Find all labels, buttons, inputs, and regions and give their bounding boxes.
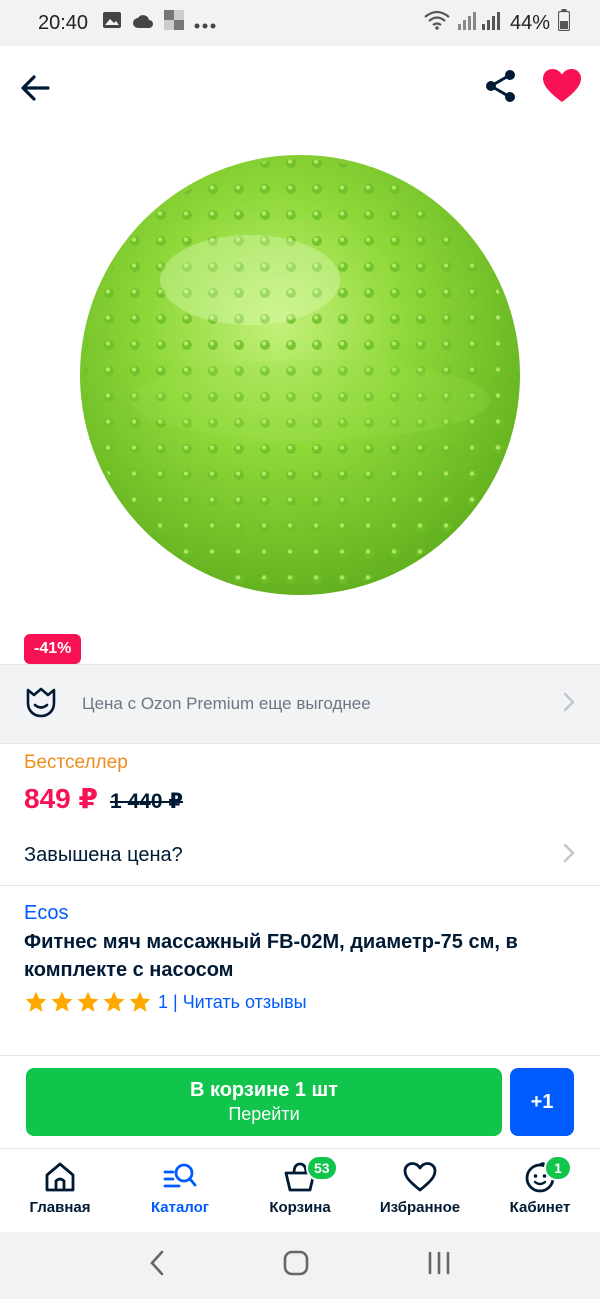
back-arrow-icon[interactable] — [18, 70, 54, 106]
old-price: 1 440 ₽ — [109, 790, 183, 813]
in-cart-button[interactable]: В корзине 1 шт Перейти — [26, 1068, 502, 1136]
gallery-icon — [102, 11, 122, 35]
nav-label-favorites: Избранное — [379, 1199, 461, 1216]
system-back-icon[interactable] — [147, 1249, 167, 1282]
cart-action-bar: В корзине 1 шт Перейти +1 — [0, 1058, 600, 1148]
rating-row[interactable]: 1 | Читать отзывы — [24, 990, 307, 1014]
nav-label-profile: Кабинет — [509, 1199, 571, 1216]
bottom-navigation: Главная Каталог 53 Корзина Избранное 1 К… — [0, 1148, 600, 1232]
premium-crown-icon — [24, 685, 58, 724]
status-time: 20:40 — [38, 11, 89, 34]
product-image[interactable] — [0, 130, 600, 630]
current-price: 849 ₽ — [24, 783, 98, 814]
star-icon — [103, 991, 125, 1012]
product-title: Фитнес мяч массажный FB-02M, диаметр-75 … — [24, 931, 518, 981]
report-overprice-row[interactable]: Завышена цена? — [0, 826, 600, 886]
bestseller-label: Бестселлер — [24, 752, 128, 773]
nav-item-favorites[interactable]: Избранное — [360, 1149, 480, 1232]
reviews-link[interactable]: 1 | Читать отзывы — [158, 992, 307, 1013]
go-to-cart-label: Перейти — [228, 1104, 300, 1124]
rating-stars — [24, 990, 152, 1014]
battery-icon — [557, 9, 571, 37]
system-home-icon[interactable] — [282, 1249, 310, 1282]
chevron-right-icon — [562, 842, 576, 869]
battery-level: 44% — [509, 11, 550, 34]
star-icon — [25, 991, 47, 1012]
nav-label-cart: Корзина — [269, 1199, 331, 1216]
divider — [0, 1055, 600, 1056]
star-icon — [51, 991, 73, 1012]
star-icon — [77, 991, 99, 1012]
home-icon — [45, 1162, 75, 1192]
system-navigation-bar — [0, 1232, 600, 1299]
in-cart-label: В корзине 1 шт — [189, 1079, 339, 1101]
heart-outline-icon — [403, 1162, 437, 1192]
ozon-premium-row[interactable]: Цена с Ozon Premium еще выгоднее — [0, 664, 600, 744]
price-row: 849 ₽ 1 440 ₽ — [24, 782, 183, 815]
nav-item-profile[interactable]: 1 Кабинет — [480, 1149, 600, 1232]
catalog-search-icon — [163, 1163, 197, 1188]
premium-text: Цена с Ozon Premium еще выгоднее — [82, 694, 371, 713]
share-icon[interactable] — [484, 68, 518, 109]
signal-icon — [457, 10, 502, 36]
star-icon — [129, 991, 151, 1012]
chevron-right-icon — [562, 691, 576, 718]
profile-notification-badge: 1 — [544, 1155, 572, 1181]
top-app-bar — [0, 46, 600, 130]
cloud-icon — [132, 12, 154, 35]
add-one-button[interactable]: +1 — [510, 1068, 574, 1136]
status-bar: 20:40 44% — [0, 0, 600, 46]
more-dots-icon — [194, 12, 216, 35]
favorite-heart-icon[interactable] — [542, 68, 582, 109]
nav-label-home: Главная — [29, 1199, 91, 1216]
wifi-icon — [424, 10, 450, 36]
overprice-label: Завышена цена? — [24, 844, 183, 866]
system-recents-icon[interactable] — [425, 1249, 453, 1282]
brand-link[interactable]: Ecos — [24, 902, 68, 925]
nav-item-cart[interactable]: 53 Корзина — [240, 1149, 360, 1232]
app-notification-icon — [164, 10, 185, 36]
nav-item-catalog[interactable]: Каталог — [120, 1149, 240, 1232]
discount-badge: -41% — [24, 634, 82, 664]
cart-count-badge: 53 — [306, 1155, 338, 1181]
fitness-ball-image — [80, 155, 520, 595]
nav-item-home[interactable]: Главная — [0, 1149, 120, 1232]
nav-label-catalog: Каталог — [150, 1199, 210, 1216]
